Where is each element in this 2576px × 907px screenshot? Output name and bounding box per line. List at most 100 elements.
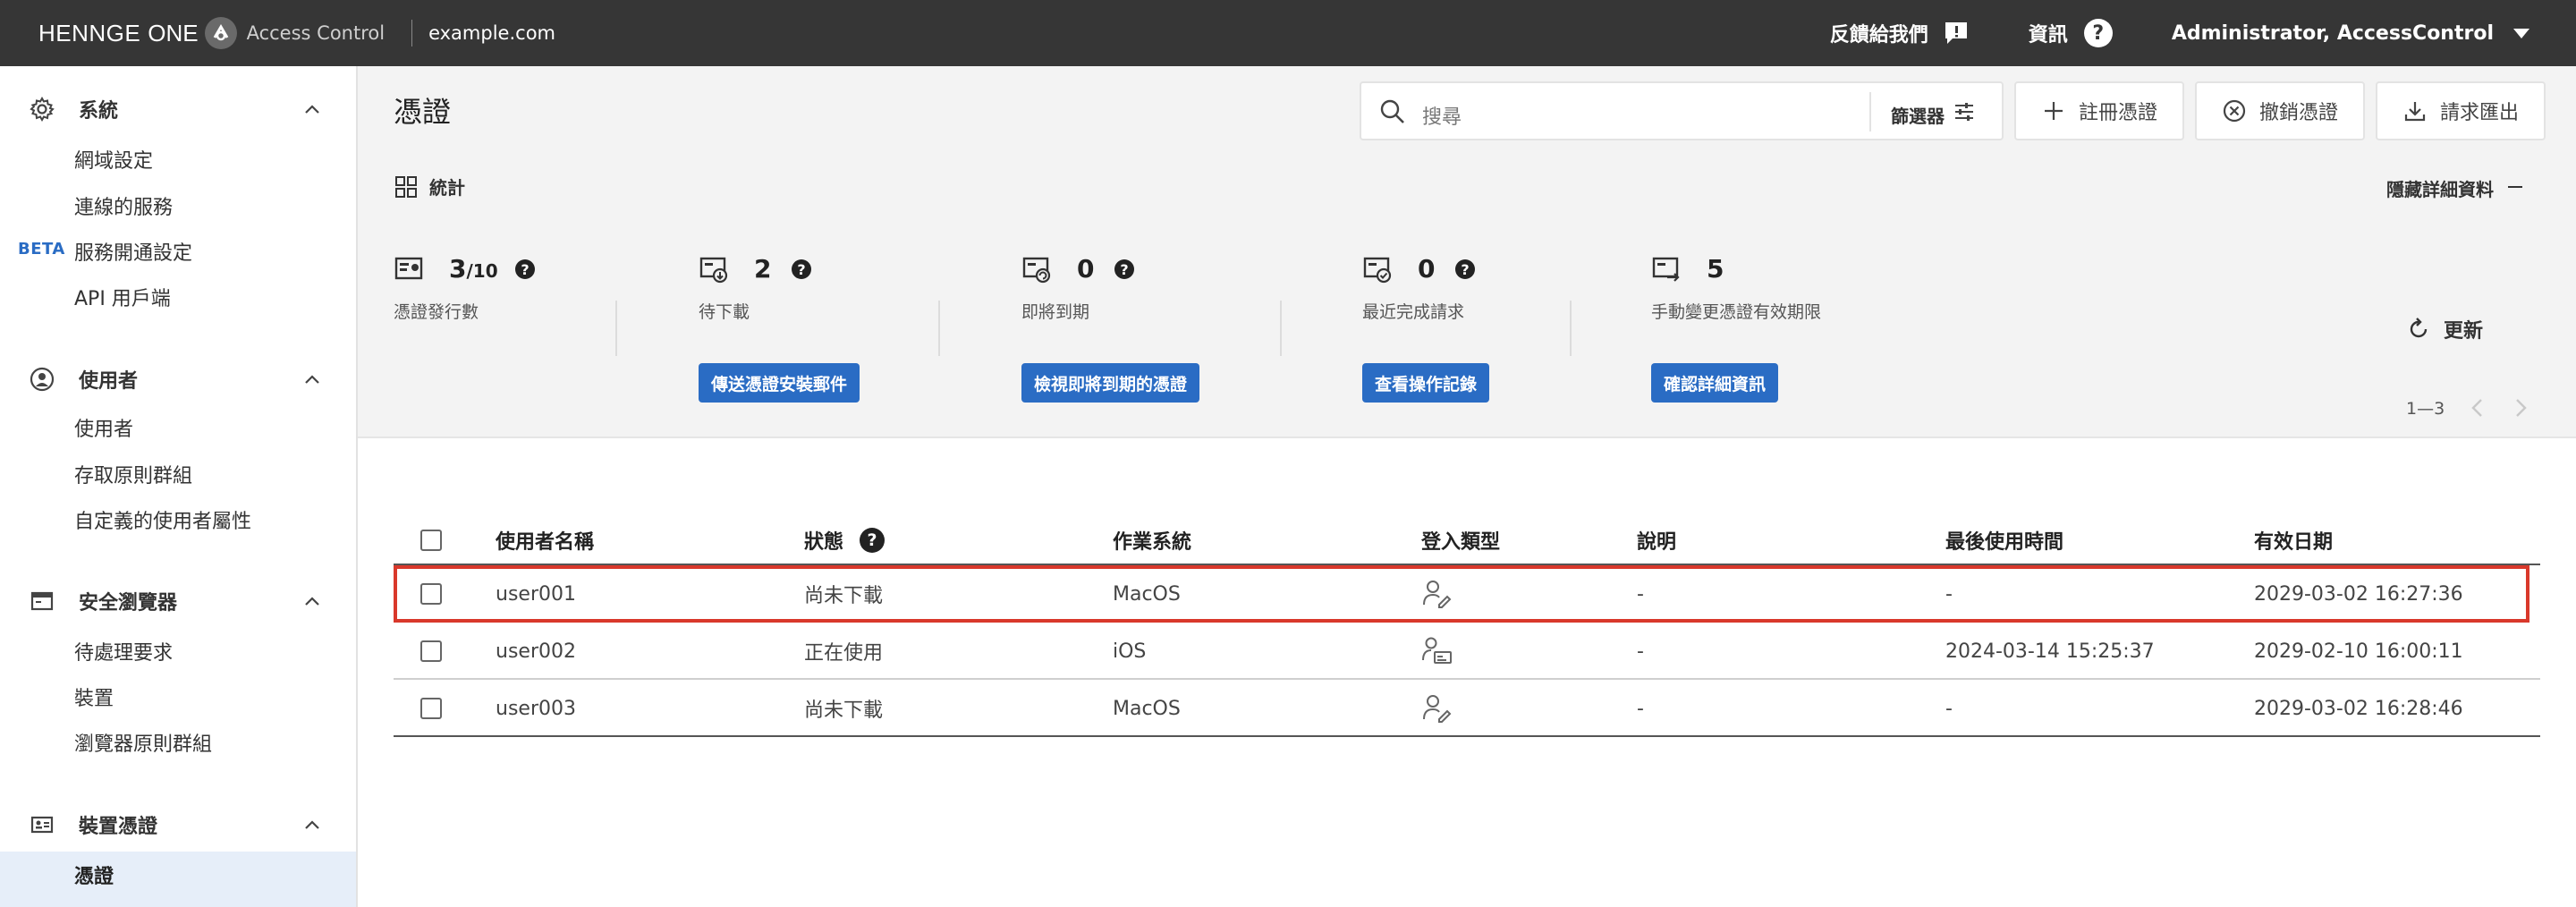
- confirm-details-button[interactable]: 確認詳細資訊: [1651, 363, 1779, 403]
- sidebar-item-certificates[interactable]: 憑證: [74, 860, 114, 889]
- beta-badge: BETA: [18, 240, 65, 259]
- divider: [358, 437, 2576, 438]
- table-row[interactable]: user003 尚未下載 MacOS - - 2029-03-02 16:28:…: [394, 680, 2540, 737]
- table-row[interactable]: user002 正在使用 iOS - 2024-03-14 15:25:37 2…: [394, 623, 2540, 680]
- divider: [1280, 301, 1282, 356]
- column-header-os[interactable]: 作業系統: [1113, 515, 1191, 565]
- sidebar-item-users[interactable]: 使用者: [74, 413, 133, 442]
- revoke-certificate-button[interactable]: 撤銷憑證: [2195, 81, 2365, 140]
- cell-username: user003: [496, 697, 576, 720]
- stat-label: 手動變更憑證有效期限: [1651, 302, 1822, 322]
- sidebar-item-devices[interactable]: 裝置: [74, 682, 114, 711]
- help-icon: ?: [2083, 19, 2113, 47]
- divider: [1570, 301, 1572, 356]
- stat-value: 2: [754, 254, 772, 284]
- certificate-arrow-icon: [1652, 257, 1680, 282]
- send-install-email-button[interactable]: 傳送憑證安裝郵件: [699, 363, 860, 403]
- sidebar-item-connected-services[interactable]: 連線的服務: [74, 191, 173, 220]
- chevron-up-icon: [305, 820, 319, 829]
- sidebar-item-provisioning[interactable]: 服務開通設定: [74, 237, 192, 266]
- sidebar-item-api-clients[interactable]: API 用戶端: [74, 283, 171, 311]
- top-right-menu: 反饋給我們 資訊 ? Administrator, AccessControl: [1830, 0, 2576, 66]
- search-box[interactable]: 搜尋 篩選器: [1360, 81, 2004, 140]
- brand[interactable]: HENNGE ONE Access Control example.com: [38, 0, 555, 66]
- column-header-status[interactable]: 狀態?: [804, 515, 886, 565]
- sidebar-section-device-certificates[interactable]: 裝置憑證: [0, 805, 356, 844]
- table-header: 使用者名稱 狀態? 作業系統 登入類型 說明 最後使用時間 有效日期: [394, 515, 2540, 565]
- cell-description: -: [1637, 640, 1644, 663]
- stat-value: 0: [1077, 254, 1095, 284]
- certificate-check-icon: [1363, 257, 1392, 284]
- table-row[interactable]: user001 尚未下載 MacOS - - 2029-03-02 16:27:…: [394, 565, 2540, 623]
- filter-button-label[interactable]: 篩選器: [1891, 102, 1945, 128]
- info-button[interactable]: 資訊 ?: [2029, 19, 2113, 47]
- cell-os: iOS: [1113, 640, 1147, 663]
- brand-name: HENNGE: [38, 19, 141, 47]
- column-header-login-type[interactable]: 登入類型: [1421, 515, 1500, 565]
- request-export-button[interactable]: 請求匯出: [2376, 81, 2546, 140]
- sidebar: 系統 網域設定 連線的服務 BETA 服務開通設定 API 用戶端 使用者 使用…: [0, 66, 358, 907]
- chevron-up-icon: [305, 375, 319, 384]
- help-icon[interactable]: ?: [1455, 259, 1475, 279]
- id-card-icon: [30, 816, 54, 834]
- row-checkbox[interactable]: [420, 698, 442, 719]
- export-label: 請求匯出: [2440, 102, 2520, 124]
- user-name: Administrator, AccessControl: [2171, 21, 2494, 45]
- column-header-username[interactable]: 使用者名稱: [496, 515, 594, 565]
- chevron-up-icon: [305, 597, 319, 606]
- search-input[interactable]: 搜尋: [1422, 101, 1462, 130]
- hide-details-button[interactable]: 隱藏詳細資料: [2386, 175, 2494, 201]
- chevron-up-icon: [305, 105, 319, 114]
- cell-status: 正在使用: [804, 642, 884, 665]
- caret-down-icon: [2513, 28, 2529, 38]
- sidebar-section-secure-browser[interactable]: 安全瀏覽器: [0, 581, 356, 621]
- user-menu[interactable]: Administrator, AccessControl: [2172, 22, 2529, 45]
- user-card-icon: [1422, 637, 1452, 664]
- sidebar-item-certificates-active[interactable]: [0, 852, 356, 907]
- sidebar-section-users[interactable]: 使用者: [0, 360, 356, 399]
- sidebar-section-system[interactable]: 系統: [0, 89, 356, 129]
- cell-login-type: [1421, 623, 1453, 680]
- sidebar-item-pending-requests[interactable]: 待處理要求: [74, 637, 173, 665]
- certificate-download-icon: [699, 257, 728, 284]
- refresh-icon: [2410, 318, 2428, 338]
- divider: [411, 20, 413, 47]
- close-circle-icon: [2223, 99, 2246, 123]
- view-activity-log-button[interactable]: 查看操作記錄: [1362, 363, 1490, 403]
- help-icon[interactable]: ?: [860, 528, 886, 553]
- cell-username: user002: [496, 640, 576, 663]
- column-header-description[interactable]: 說明: [1637, 515, 1676, 565]
- stats-title: 統計: [429, 177, 465, 199]
- sidebar-item-custom-attributes[interactable]: 自定義的使用者屬性: [74, 505, 251, 534]
- chevron-left-icon[interactable]: [2469, 397, 2487, 419]
- plus-icon: [2045, 102, 2063, 120]
- column-header-last-used[interactable]: 最後使用時間: [1945, 515, 2063, 565]
- help-icon[interactable]: ?: [515, 259, 535, 279]
- sidebar-item-access-policy-groups[interactable]: 存取原則群組: [74, 460, 192, 488]
- sidebar-item-domain-settings[interactable]: 網域設定: [74, 145, 153, 174]
- filter-sliders-icon[interactable]: [1952, 99, 1977, 124]
- stat-value: 3/10: [449, 254, 498, 284]
- cell-description: -: [1637, 697, 1644, 720]
- cell-status: 尚未下載: [804, 699, 884, 722]
- feedback-button[interactable]: 反饋給我們: [1830, 19, 1970, 47]
- stat-label: 即將到期: [1021, 302, 1090, 322]
- sidebar-item-browser-policy-groups[interactable]: 瀏覽器原則群組: [74, 728, 212, 757]
- cell-os: MacOS: [1113, 697, 1181, 720]
- divider: [615, 301, 617, 356]
- view-expiring-certificates-button[interactable]: 檢視即將到期的憑證: [1021, 363, 1200, 403]
- help-icon[interactable]: ?: [792, 259, 811, 279]
- chevron-right-icon[interactable]: [2512, 397, 2529, 419]
- gear-icon: [30, 97, 55, 122]
- row-checkbox[interactable]: [420, 640, 442, 662]
- register-certificate-button[interactable]: 註冊憑證: [2014, 81, 2184, 140]
- refresh-button[interactable]: 更新: [2406, 315, 2483, 343]
- help-icon[interactable]: ?: [1114, 259, 1134, 279]
- minus-icon[interactable]: [2508, 186, 2522, 188]
- stats-header: 統計: [394, 174, 465, 199]
- browser-icon: [30, 591, 54, 611]
- revoke-label: 撤銷憑證: [2259, 102, 2339, 124]
- stat-value: 0: [1418, 254, 1436, 284]
- column-header-expiry[interactable]: 有效日期: [2254, 515, 2333, 565]
- select-all-checkbox[interactable]: [420, 530, 442, 551]
